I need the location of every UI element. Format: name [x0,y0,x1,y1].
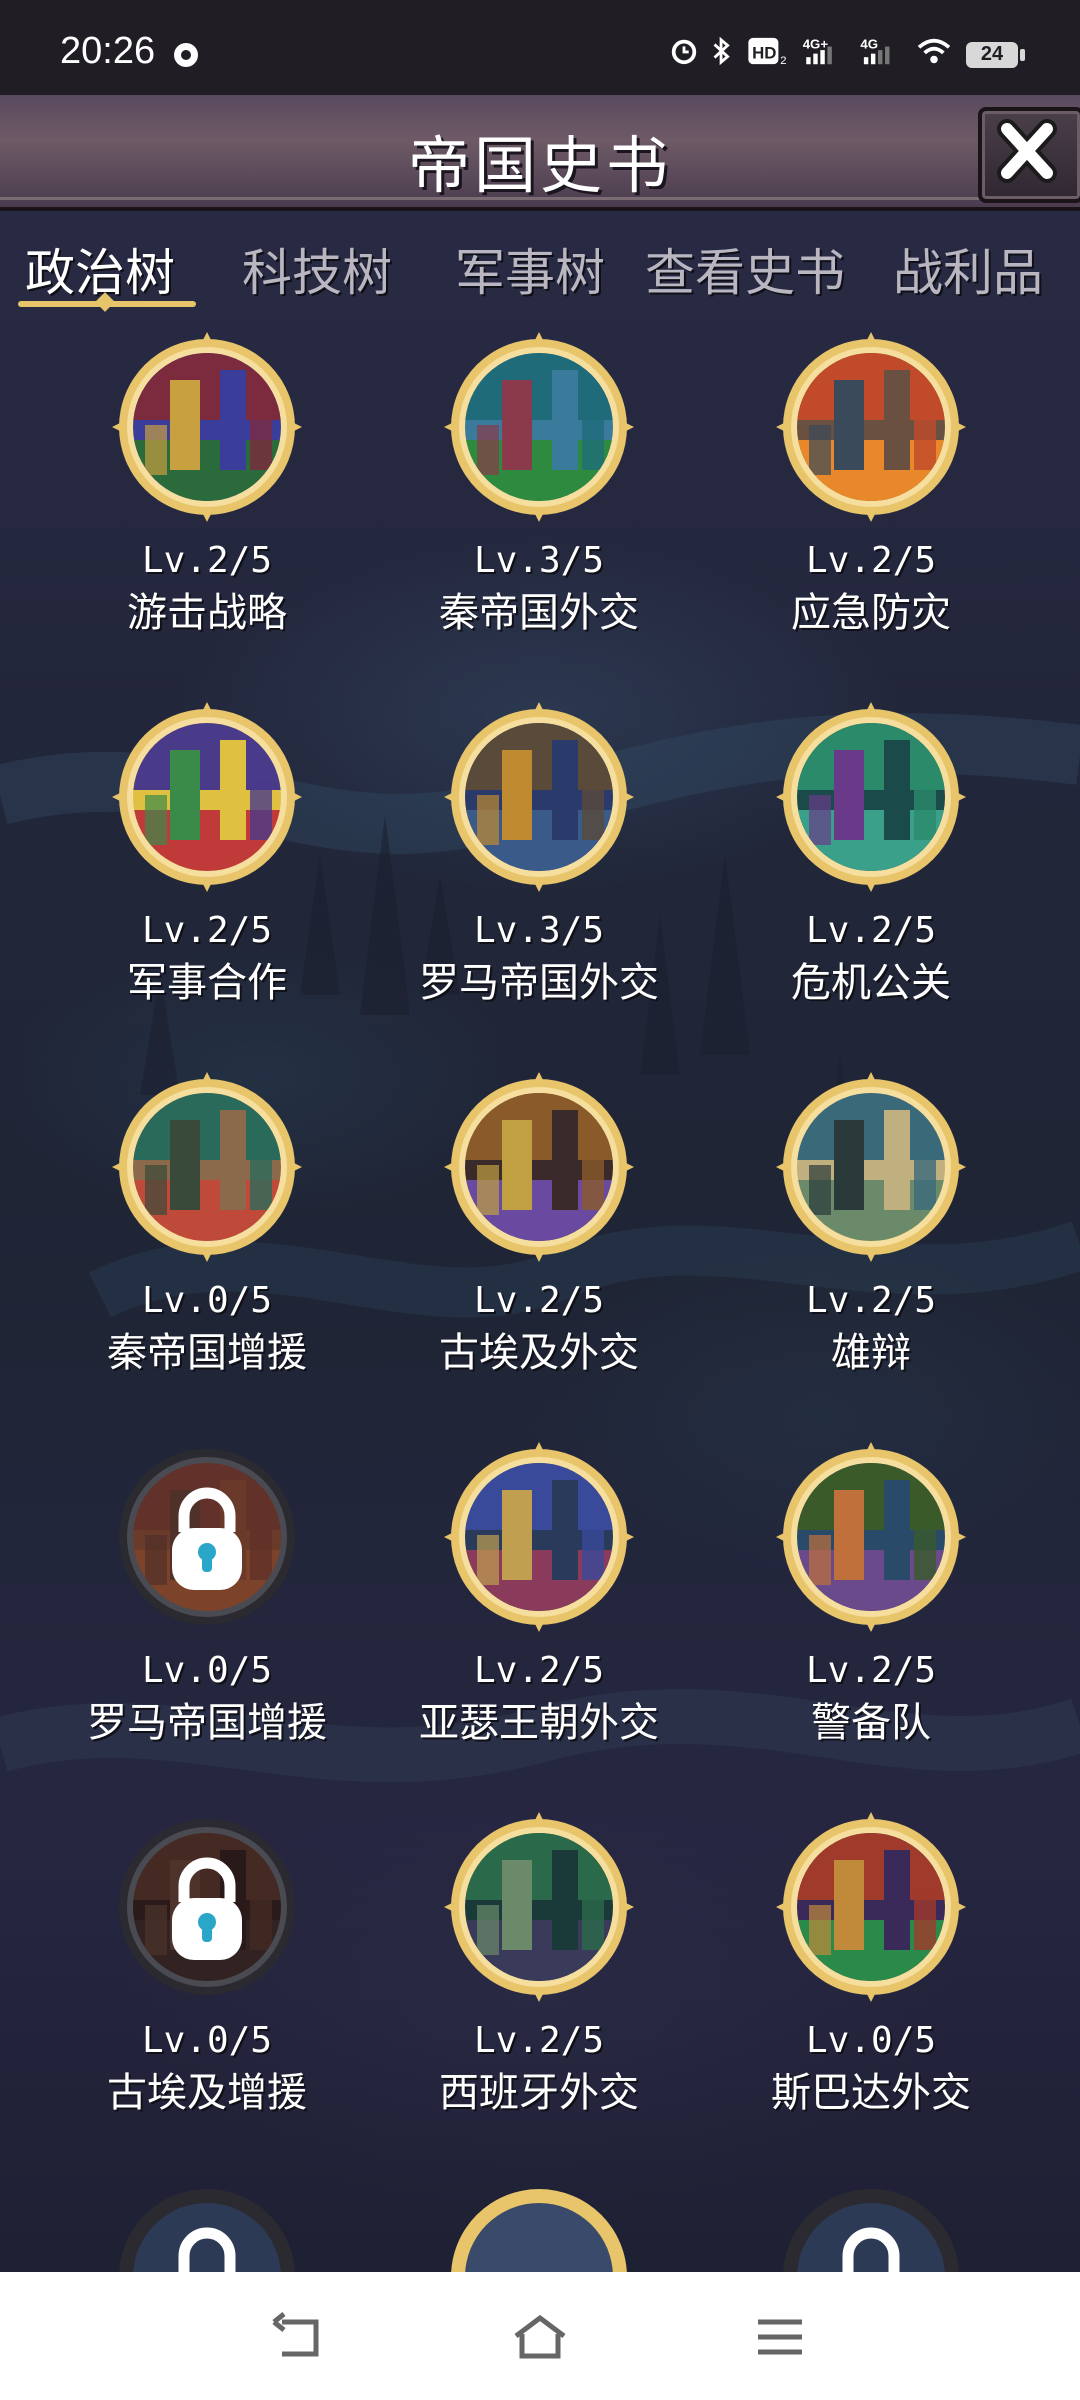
tab-trophies[interactable]: 战利品 [893,233,1043,305]
policy-item-partial[interactable] [706,2180,1036,2272]
page-title: 帝国史书 [407,129,672,202]
signal-4g-icon: 4G+ [803,36,832,65]
bluetooth-icon [713,36,730,66]
item-level: Lv.2/5 [805,1650,937,1691]
policy-medal-icon [442,330,636,524]
policy-medal-icon [110,1070,304,1264]
tab-view-history[interactable]: 查看史书 [645,233,845,305]
policy-item[interactable]: Lv.2/5 亚瑟王朝外交 [374,1440,704,1780]
tab-military[interactable]: 军事树 [455,233,605,305]
policy-item[interactable]: Lv.0/5 古埃及增援 [42,1810,372,2150]
policy-medal-icon [774,1810,968,2004]
item-level: Lv.3/5 [473,910,605,951]
policy-medal-icon [442,1070,636,1264]
navigation-bar [0,2272,1080,2400]
item-name: 罗马帝国外交 [419,960,659,1006]
policy-item[interactable]: Lv.2/5 雄辩 [706,1070,1036,1410]
battery-icon: 24 [966,42,1025,68]
policy-medal-icon [442,700,636,894]
policy-medal-icon [442,2180,636,2272]
svg-text:4G: 4G [860,36,878,51]
header-bar: 帝国史书 [0,95,1080,211]
item-name: 斯巴达外交 [771,2070,971,2116]
item-level: Lv.2/5 [473,1280,605,1321]
item-name: 应急防灾 [791,590,951,636]
item-name: 西班牙外交 [439,2070,639,2116]
tab-politics[interactable]: 政治树 [25,233,175,305]
locked-medal-icon [110,1440,304,1634]
item-name: 罗马帝国增援 [87,1700,327,1746]
item-name: 警备队 [811,1700,931,1746]
item-level: Lv.2/5 [473,1650,605,1691]
item-level: Lv.2/5 [473,2020,605,2061]
svg-text:2: 2 [780,55,786,66]
item-level: Lv.3/5 [473,540,605,581]
menu-icon[interactable] [750,2312,810,2362]
policy-medal-icon [774,1440,968,1634]
policy-item[interactable]: Lv.2/5 古埃及外交 [374,1070,704,1410]
status-time: 20:26 [60,30,156,72]
policy-medal-icon [442,1810,636,2004]
status-bar: 20:26 HD 2 4G+ 4G 24 [0,0,1080,95]
item-level: Lv.0/5 [805,2020,937,2061]
back-icon[interactable] [270,2312,330,2362]
item-name: 古埃及外交 [439,1330,639,1376]
item-name: 亚瑟王朝外交 [419,1700,659,1746]
policy-medal-icon [774,700,968,894]
battery-level: 24 [980,43,1004,65]
alarm-icon [671,39,697,65]
item-name: 雄辩 [831,1330,911,1376]
wifi-icon [917,38,951,64]
item-name: 秦帝国增援 [107,1330,307,1376]
home-icon[interactable] [510,2312,570,2362]
tab-technology[interactable]: 科技树 [242,233,392,305]
policy-item[interactable]: Lv.0/5 斯巴达外交 [706,1810,1036,2150]
item-level: Lv.2/5 [141,540,273,581]
policy-item-partial[interactable] [374,2180,704,2272]
item-name: 古埃及增援 [107,2070,307,2116]
svg-text:4G+: 4G+ [803,36,829,51]
tab-bar: 政治树 科技树 军事树 查看史书 战利品 [0,215,1080,325]
policy-medal-icon [774,330,968,524]
policy-item[interactable]: Lv.2/5 警备队 [706,1440,1036,1780]
policy-item[interactable]: Lv.0/5 秦帝国增援 [42,1070,372,1410]
svg-text:HD: HD [752,44,776,63]
policy-item[interactable]: Lv.0/5 罗马帝国增援 [42,1440,372,1780]
location-icon [174,43,198,67]
close-icon [997,119,1057,183]
locked-medal-icon [110,1810,304,2004]
item-name: 游击战略 [127,590,287,636]
close-button[interactable] [978,107,1080,203]
item-level: Lv.0/5 [141,1280,273,1321]
policy-item[interactable]: Lv.3/5 秦帝国外交 [374,330,704,670]
locked-medal-icon [110,2180,304,2272]
policy-item[interactable]: Lv.2/5 应急防灾 [706,330,1036,670]
hd-icon: HD 2 [748,37,787,66]
item-name: 军事合作 [127,960,287,1006]
item-level: Lv.0/5 [141,1650,273,1691]
item-level: Lv.0/5 [141,2020,273,2061]
locked-medal-icon [774,2180,968,2272]
policy-item[interactable]: Lv.2/5 游击战略 [42,330,372,670]
item-name: 危机公关 [791,960,951,1006]
item-level: Lv.2/5 [141,910,273,951]
item-level: Lv.2/5 [805,910,937,951]
policy-item-partial[interactable] [42,2180,372,2272]
item-name: 秦帝国外交 [439,590,639,636]
item-level: Lv.2/5 [805,540,937,581]
policy-item[interactable]: Lv.2/5 军事合作 [42,700,372,1040]
item-level: Lv.2/5 [805,1280,937,1321]
policy-item[interactable]: Lv.3/5 罗马帝国外交 [374,700,704,1040]
policy-item[interactable]: Lv.2/5 西班牙外交 [374,1810,704,2150]
policy-medal-icon [774,1070,968,1264]
policy-item[interactable]: Lv.2/5 危机公关 [706,700,1036,1040]
signal-4g-icon: 4G [860,36,890,65]
policy-medal-icon [442,1440,636,1634]
policy-medal-icon [110,330,304,524]
policy-medal-icon [110,700,304,894]
